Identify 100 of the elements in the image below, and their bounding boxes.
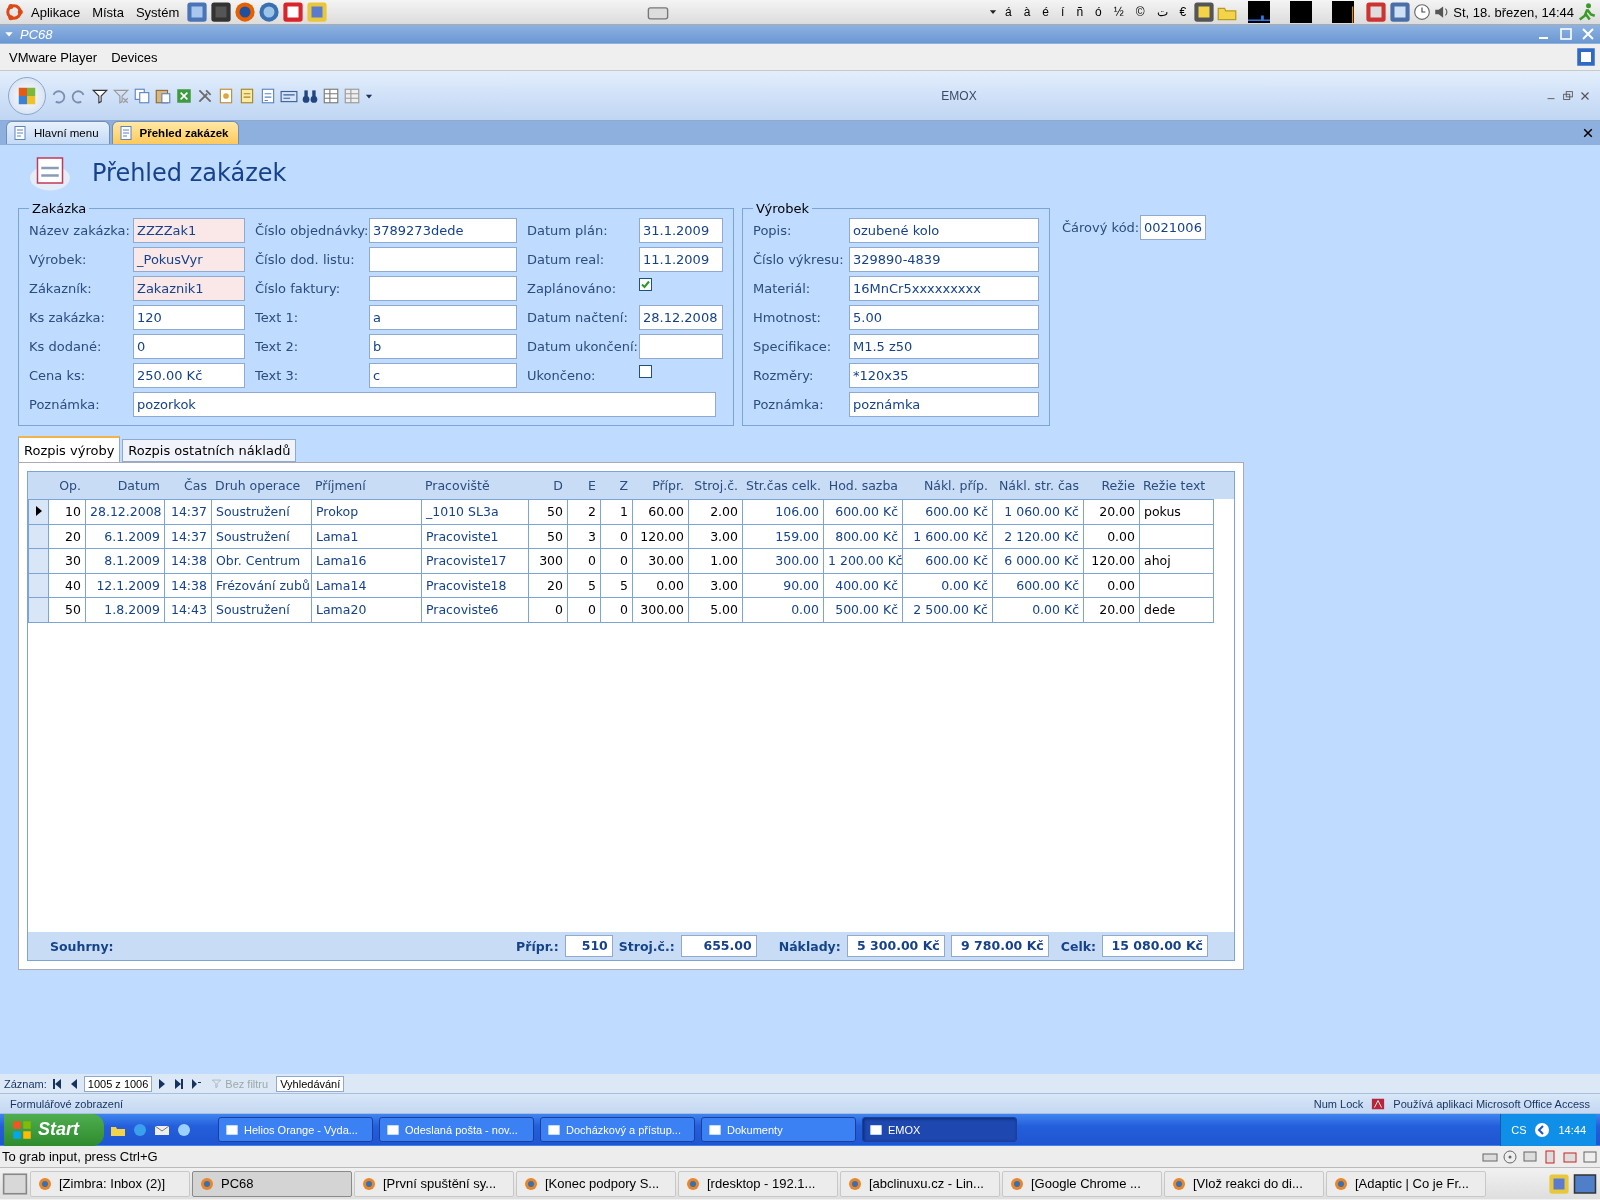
- character-key[interactable]: ©: [1130, 3, 1150, 21]
- text-field[interactable]: 5.00: [849, 305, 1039, 330]
- taskbar-button[interactable]: EMOX: [862, 1117, 1017, 1142]
- character-key[interactable]: á: [999, 3, 1017, 21]
- character-key[interactable]: é: [1037, 3, 1055, 21]
- maximize-icon[interactable]: [1558, 26, 1574, 42]
- document-icon[interactable]: [238, 86, 256, 105]
- text-field[interactable]: a: [369, 305, 517, 330]
- checkbox[interactable]: [639, 278, 652, 291]
- text-field[interactable]: [369, 247, 517, 272]
- text-field[interactable]: 28.12.2008: [639, 305, 723, 330]
- column-header[interactable]: E: [567, 472, 600, 499]
- text-field[interactable]: M1.5 z50: [849, 334, 1039, 359]
- text-field[interactable]: ozubené kolo: [849, 218, 1039, 243]
- column-header[interactable]: Datum: [85, 472, 164, 499]
- text-field[interactable]: poznámka: [849, 392, 1039, 417]
- column-header[interactable]: Nákl. str. čas: [992, 472, 1083, 499]
- tab[interactable]: Rozpis výroby: [18, 436, 121, 462]
- text-field[interactable]: 250.00 Kč: [133, 363, 245, 388]
- panel-menu[interactable]: Systém: [130, 2, 185, 22]
- application-icon[interactable]: [1548, 1172, 1570, 1195]
- text-field[interactable]: 3789273dede: [369, 218, 517, 243]
- column-header[interactable]: Čas: [164, 472, 211, 499]
- panel-menu[interactable]: Místa: [87, 2, 129, 22]
- table-icon[interactable]: [322, 86, 340, 105]
- taskbar-button[interactable]: [abclinuxu.cz - Lin...: [840, 1170, 1000, 1197]
- globe-icon[interactable]: [258, 1, 281, 23]
- spreadsheet-icon[interactable]: [175, 86, 193, 105]
- text-field[interactable]: 0: [133, 334, 245, 359]
- taskbar-button[interactable]: Docházkový a přístup...: [540, 1117, 695, 1142]
- character-key[interactable]: à: [1018, 3, 1036, 21]
- character-key[interactable]: ت: [1151, 3, 1173, 21]
- text-field[interactable]: 329890-4839: [849, 247, 1039, 272]
- column-header[interactable]: Příjmení: [311, 472, 421, 499]
- taskbar-button[interactable]: PC68: [192, 1170, 352, 1197]
- text-field[interactable]: 31.1.2009: [639, 218, 723, 243]
- text-field[interactable]: _PokusVyr: [133, 247, 245, 272]
- document-icon[interactable]: [217, 86, 235, 105]
- record-position-field[interactable]: 1005 z 1006: [83, 1075, 153, 1092]
- application-icon[interactable]: [306, 1, 329, 23]
- running-figure-icon[interactable]: [1576, 2, 1596, 22]
- taskbar-button[interactable]: [Adaptic | Co je Fr...: [1326, 1170, 1486, 1197]
- column-header[interactable]: D: [528, 472, 567, 499]
- column-header[interactable]: Z: [600, 472, 632, 499]
- clock[interactable]: St, 18. březen, 14:44: [1453, 4, 1574, 20]
- column-header[interactable]: Režie text: [1139, 472, 1213, 499]
- document-tab[interactable]: Hlavní menu: [6, 121, 110, 144]
- text-field[interactable]: 0021006: [1140, 215, 1206, 240]
- character-key[interactable]: €: [1174, 3, 1192, 21]
- tab[interactable]: Rozpis ostatních nákladů: [122, 439, 297, 462]
- copy-icon[interactable]: [133, 86, 151, 105]
- text-field[interactable]: Zakaznik1: [133, 276, 245, 301]
- column-header[interactable]: Pracoviště: [421, 472, 528, 499]
- checkbox[interactable]: [639, 365, 652, 378]
- text-field[interactable]: [639, 334, 723, 359]
- ubuntu-logo-icon[interactable]: [4, 2, 24, 22]
- restore-icon[interactable]: [1561, 88, 1575, 103]
- taskbar-button[interactable]: Helios Orange - Vyda...: [218, 1117, 373, 1142]
- taskbar-button[interactable]: [Vlož reakci do di...: [1164, 1170, 1324, 1197]
- taskbar-button[interactable]: [První spuštění sy...: [354, 1170, 514, 1197]
- column-header[interactable]: Hod. sazba: [823, 472, 902, 499]
- taskbar-button[interactable]: [Google Chrome ...: [1002, 1170, 1162, 1197]
- column-header[interactable]: Přípr.: [632, 472, 688, 499]
- window-stack-icon[interactable]: [1576, 47, 1596, 67]
- office-button[interactable]: [8, 76, 46, 115]
- text-field[interactable]: [369, 276, 517, 301]
- form-icon[interactable]: [117, 125, 134, 141]
- document-icon[interactable]: [259, 86, 277, 105]
- column-header[interactable]: Druh operace: [211, 472, 311, 499]
- column-header[interactable]: Režie: [1083, 472, 1139, 499]
- taskbar-button[interactable]: Dokumenty: [701, 1117, 856, 1142]
- globe-icon[interactable]: [176, 1121, 192, 1138]
- text-field[interactable]: b: [369, 334, 517, 359]
- menu-item[interactable]: Devices: [106, 47, 163, 67]
- text-field[interactable]: 11.1.2009: [639, 247, 723, 272]
- taskbar-button[interactable]: [Konec podpory S...: [516, 1170, 676, 1197]
- record-selector[interactable]: [28, 499, 49, 524]
- text-field[interactable]: 16MnCr5xxxxxxxxx: [849, 276, 1039, 301]
- taskbar-button[interactable]: [Zimbra: Inbox (2)]: [30, 1170, 190, 1197]
- menu-item[interactable]: VMware Player: [4, 47, 103, 67]
- column-header[interactable]: Stroj.č.: [688, 472, 742, 499]
- text-field[interactable]: *120x35: [849, 363, 1039, 388]
- text-field[interactable]: c: [369, 363, 517, 388]
- form-icon[interactable]: [12, 125, 28, 141]
- character-key[interactable]: ñ: [1071, 3, 1089, 21]
- clock-icon[interactable]: [1413, 3, 1432, 21]
- search-field[interactable]: Vyhledávání: [276, 1075, 345, 1092]
- taskbar-button[interactable]: Odeslaná pošta - nov...: [379, 1117, 534, 1142]
- character-key[interactable]: ½: [1108, 3, 1129, 21]
- chevron-icon[interactable]: [1534, 1121, 1551, 1138]
- column-header[interactable]: Op.: [48, 472, 85, 499]
- taskbar-button[interactable]: [rdesktop - 192.1...: [678, 1170, 838, 1197]
- column-header[interactable]: Nákl. příp.: [902, 472, 992, 499]
- panel-menu[interactable]: Aplikace: [26, 2, 86, 22]
- character-key[interactable]: ó: [1090, 3, 1107, 21]
- text-field[interactable]: ZZZZak1: [133, 218, 245, 243]
- globe-icon[interactable]: [234, 1, 257, 23]
- document-tab[interactable]: Přehled zakázek: [111, 121, 240, 144]
- close-icon[interactable]: [1582, 126, 1594, 139]
- column-header[interactable]: Str.čas celk.: [742, 472, 823, 499]
